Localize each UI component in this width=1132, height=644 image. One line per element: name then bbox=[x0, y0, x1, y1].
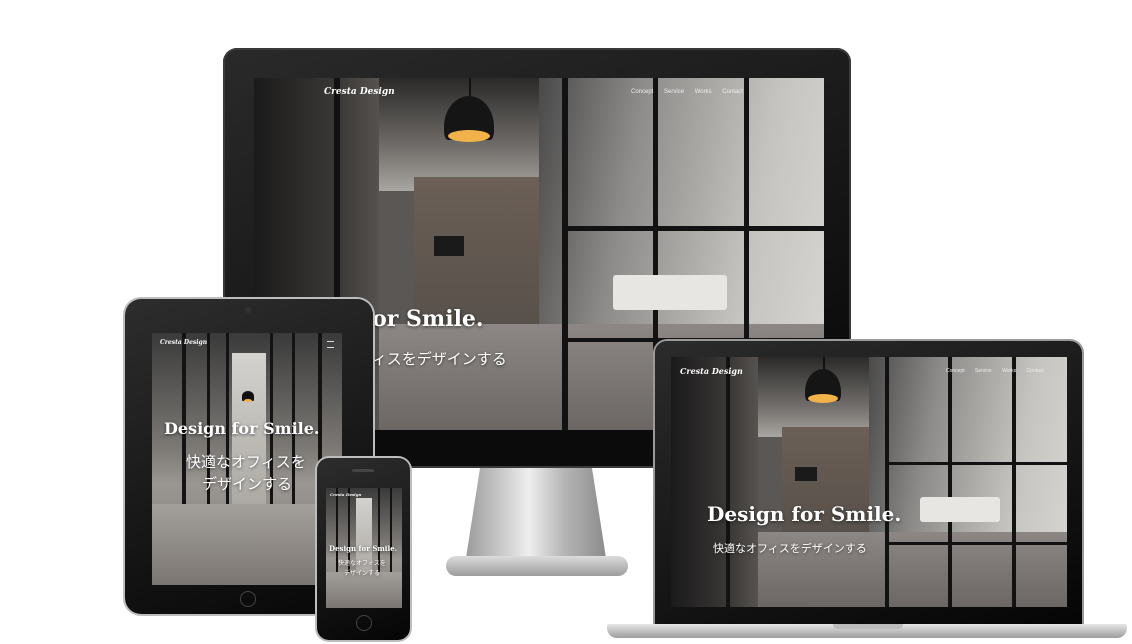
laptop-brand-logo[interactable]: Cresta Design bbox=[680, 366, 743, 376]
laptop-nav: Concept Service Works Contact bbox=[937, 368, 1044, 374]
laptop-nav-service[interactable]: Service bbox=[975, 368, 992, 374]
laptop-hero-title: Design for Smile. bbox=[707, 502, 902, 526]
laptop-hinge-notch bbox=[833, 624, 903, 629]
laptop-nav-contact[interactable]: Contact bbox=[1027, 368, 1044, 374]
nav-service[interactable]: Service bbox=[664, 89, 684, 95]
desktop-nav: Concept Service Works Contact bbox=[622, 89, 743, 95]
laptop-screen: Cresta Design Concept Service Works Cont… bbox=[671, 357, 1067, 607]
tablet-home-button[interactable] bbox=[240, 591, 256, 607]
tablet-camera-icon bbox=[245, 307, 251, 313]
desktop-stand-base bbox=[446, 556, 628, 576]
tablet-brand-logo[interactable]: Cresta Design bbox=[160, 339, 207, 346]
tablet-hero-title: Design for Smile. bbox=[164, 419, 320, 438]
tablet-hero-subtitle-2: デザインする bbox=[202, 475, 293, 493]
desktop-stand bbox=[466, 468, 606, 558]
phone-brand-logo[interactable]: Cresta Design bbox=[330, 492, 361, 497]
nav-concept[interactable]: Concept bbox=[631, 89, 653, 95]
phone-hero-title: Design for Smile. bbox=[329, 544, 398, 553]
phone-screen: Cresta Design Design for Smile. 快適なオフィスを… bbox=[326, 488, 402, 608]
laptop-hero-subtitle: 快適なオフィスをデザインする bbox=[713, 542, 867, 555]
nav-works[interactable]: Works bbox=[695, 89, 712, 95]
desktop-brand-logo[interactable]: Cresta Design bbox=[324, 87, 395, 97]
tablet-screen: Cresta Design Design for Smile. 快適なオフィスを… bbox=[152, 333, 342, 585]
nav-contact[interactable]: Contact bbox=[722, 89, 743, 95]
laptop-nav-works[interactable]: Works bbox=[1002, 368, 1016, 374]
phone-speaker bbox=[352, 469, 374, 472]
laptop-nav-concept[interactable]: Concept bbox=[946, 368, 965, 374]
phone-hero-subtitle-1: 快適なオフィスを bbox=[338, 560, 386, 567]
tablet-menu-icon[interactable] bbox=[327, 341, 334, 348]
phone-hero-subtitle-2: デザインする bbox=[344, 570, 381, 577]
phone-home-button[interactable] bbox=[356, 615, 372, 631]
tablet-hero-subtitle-1: 快適なオフィスを bbox=[186, 453, 306, 471]
